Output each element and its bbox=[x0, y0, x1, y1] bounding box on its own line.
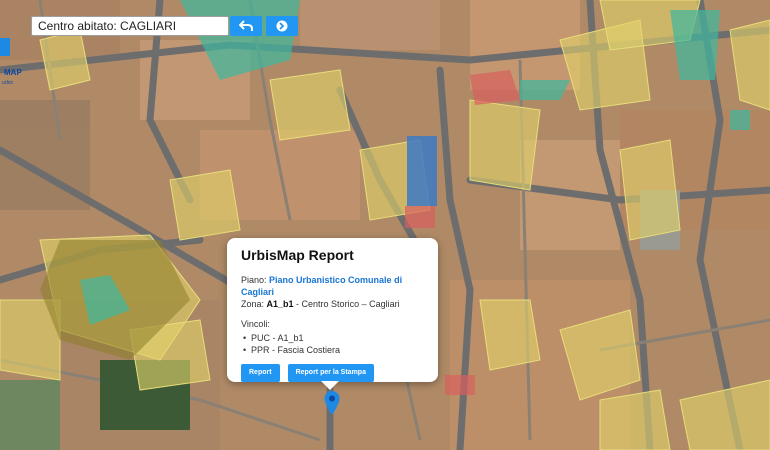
zona-label: Zona: bbox=[241, 299, 265, 309]
piano-label: Piano: bbox=[241, 275, 267, 285]
back-button[interactable] bbox=[230, 16, 262, 36]
report-popup: UrbisMap Report Piano: Piano Urbanistico… bbox=[227, 238, 438, 382]
popup-actions: Report Report per la Stampa bbox=[241, 364, 424, 382]
vincoli-label: Vincoli: bbox=[241, 319, 270, 329]
vincolo-item: PUC - A1_b1 bbox=[243, 332, 424, 344]
piano-row: Piano: Piano Urbanistico Comunale di Cag… bbox=[241, 274, 424, 298]
logo-text: MAP bbox=[4, 68, 22, 77]
vincolo-item: PPR - Fascia Costiera bbox=[243, 344, 424, 356]
map-pin-icon[interactable] bbox=[324, 391, 340, 415]
zona-description: - Centro Storico – Cagliari bbox=[293, 299, 400, 309]
undo-arrow-icon bbox=[239, 20, 253, 31]
go-button[interactable] bbox=[266, 16, 298, 36]
logo-subtext: urbis bbox=[2, 80, 13, 86]
print-report-button[interactable]: Report per la Stampa bbox=[287, 364, 374, 382]
popup-pointer bbox=[321, 381, 339, 390]
popup-title: UrbisMap Report bbox=[241, 247, 354, 263]
arrow-right-circle-icon bbox=[276, 20, 288, 32]
search-input[interactable]: Centro abitato: CAGLIARI bbox=[31, 16, 229, 36]
vincoli-section: Vincoli: PUC - A1_b1 PPR - Fascia Costie… bbox=[241, 319, 424, 356]
satellite-map[interactable] bbox=[0, 0, 770, 450]
report-button[interactable]: Report bbox=[241, 364, 280, 382]
vincoli-list: PUC - A1_b1 PPR - Fascia Costiera bbox=[241, 332, 424, 356]
zone-overlay-blue bbox=[407, 136, 437, 206]
zona-code: A1_b1 bbox=[266, 299, 294, 309]
app-logo: MAP urbis bbox=[0, 30, 22, 86]
logo-mark bbox=[0, 38, 10, 56]
zona-row: Zona: A1_b1 - Centro Storico – Cagliari bbox=[241, 298, 424, 310]
